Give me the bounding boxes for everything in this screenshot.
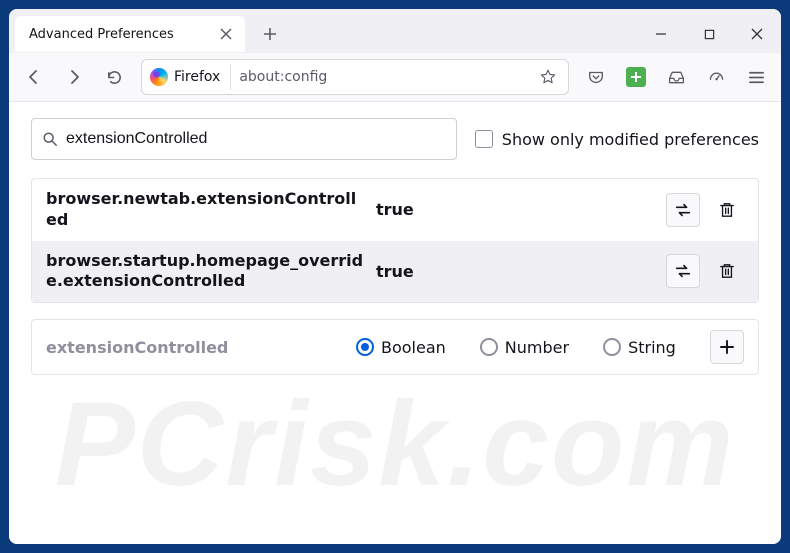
new-tab-button[interactable] (255, 19, 285, 49)
search-box[interactable] (31, 118, 457, 160)
toggle-button[interactable] (666, 254, 700, 288)
extension-green-icon (626, 67, 646, 87)
pref-row[interactable]: browser.startup.homepage_override.extens… (32, 241, 758, 303)
add-button[interactable] (710, 330, 744, 364)
type-boolean-radio[interactable]: Boolean (356, 338, 446, 357)
url-text: about:config (239, 69, 528, 85)
delete-button[interactable] (710, 193, 744, 227)
radio-icon (603, 338, 621, 356)
titlebar: Advanced Preferences (9, 9, 781, 53)
tab-title: Advanced Preferences (29, 27, 217, 42)
vpn-button[interactable] (699, 60, 733, 94)
pref-value: true (376, 200, 656, 219)
browser-window: Advanced Preferences (9, 9, 781, 544)
reload-button[interactable] (97, 60, 131, 94)
window-controls (637, 16, 781, 52)
url-bar[interactable]: Firefox about:config (141, 59, 569, 95)
pref-name: browser.startup.homepage_override.extens… (46, 251, 366, 293)
type-radio-group: Boolean Number String (356, 338, 700, 357)
app-menu-button[interactable] (739, 60, 773, 94)
identity-label: Firefox (174, 69, 220, 85)
radio-icon (356, 338, 374, 356)
search-input[interactable] (66, 130, 446, 148)
toggle-button[interactable] (666, 193, 700, 227)
radio-label: Boolean (381, 338, 446, 357)
maximize-button[interactable] (685, 16, 733, 52)
prefs-table: browser.newtab.extensionControlled true … (31, 178, 759, 303)
forward-button[interactable] (57, 60, 91, 94)
extension-button[interactable] (619, 60, 653, 94)
add-pref-row: extensionControlled Boolean Number Strin… (31, 319, 759, 375)
back-button[interactable] (17, 60, 51, 94)
tab-advanced-preferences[interactable]: Advanced Preferences (15, 16, 245, 52)
radio-label: Number (505, 338, 569, 357)
pref-value: true (376, 262, 656, 281)
radio-icon (480, 338, 498, 356)
new-pref-name: extensionControlled (46, 338, 346, 357)
radio-label: String (628, 338, 676, 357)
pref-name: browser.newtab.extensionControlled (46, 189, 366, 231)
inbox-button[interactable] (659, 60, 693, 94)
checkbox-icon (475, 130, 493, 148)
pocket-button[interactable] (579, 60, 613, 94)
about-config-content: Show only modified preferences browser.n… (9, 102, 781, 544)
identity-box[interactable]: Firefox (150, 64, 231, 90)
bookmark-star-icon[interactable] (536, 65, 560, 89)
show-only-modified-checkbox[interactable]: Show only modified preferences (475, 130, 759, 149)
close-window-button[interactable] (733, 16, 781, 52)
type-number-radio[interactable]: Number (480, 338, 569, 357)
nav-toolbar: Firefox about:config (9, 53, 781, 102)
firefox-logo-icon (150, 68, 168, 86)
search-icon (42, 131, 58, 147)
type-string-radio[interactable]: String (603, 338, 676, 357)
close-tab-button[interactable] (217, 25, 235, 43)
delete-button[interactable] (710, 254, 744, 288)
minimize-button[interactable] (637, 16, 685, 52)
pref-row[interactable]: browser.newtab.extensionControlled true (32, 179, 758, 241)
search-row: Show only modified preferences (31, 118, 759, 160)
checkbox-label: Show only modified preferences (502, 130, 759, 149)
